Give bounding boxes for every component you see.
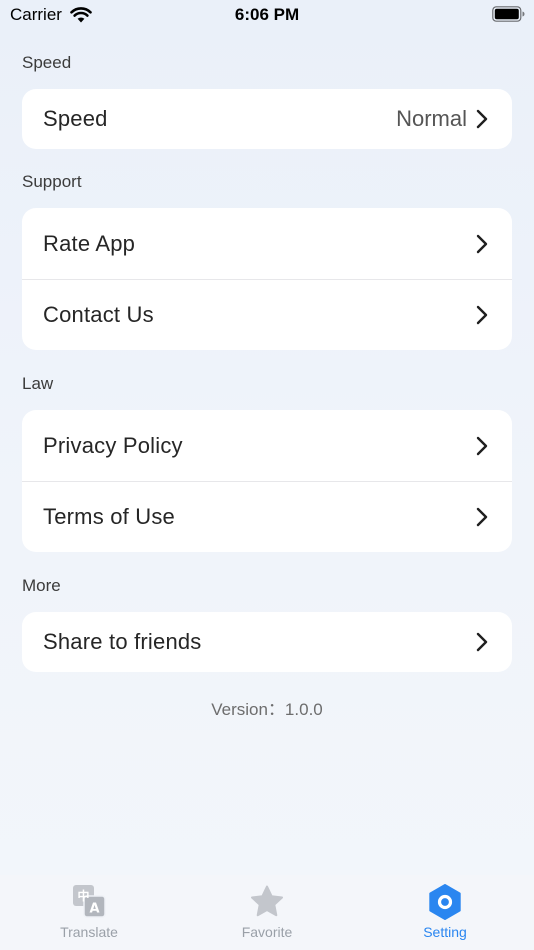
battery-icon xyxy=(492,6,525,22)
version-label: Version：1.0.0 xyxy=(211,700,323,719)
chevron-right-icon xyxy=(476,234,488,253)
chevron-right-icon xyxy=(476,436,488,455)
terms-of-use-label: Terms of Use xyxy=(43,504,175,529)
status-bar: Carrier 6:06 PM xyxy=(0,0,534,32)
tab-setting-label: Setting xyxy=(423,924,467,940)
tab-favorite[interactable]: Favorite xyxy=(178,875,356,950)
translate-icon: 中 A xyxy=(73,885,106,918)
share-to-friends-row[interactable]: Share to friends xyxy=(22,612,512,672)
privacy-policy-label: Privacy Policy xyxy=(43,432,183,458)
support-card: Rate App Contact Us xyxy=(22,208,512,350)
speed-card: Speed Normal xyxy=(22,89,512,149)
contact-us-row[interactable]: Contact Us xyxy=(22,279,512,350)
share-to-friends-label: Share to friends xyxy=(43,629,202,654)
tab-bar: 中 A Translate Favorite Setting xyxy=(0,875,534,950)
chevron-right-icon xyxy=(476,109,488,129)
settings-icon xyxy=(429,884,461,920)
privacy-policy-row[interactable]: Privacy Policy xyxy=(22,410,512,481)
speed-label: Speed xyxy=(43,106,108,131)
chevron-right-icon xyxy=(476,632,488,652)
chevron-right-icon xyxy=(476,305,488,325)
more-card: Share to friends xyxy=(22,612,512,672)
speed-row[interactable]: Speed Normal xyxy=(22,89,512,149)
section-header-law: Law xyxy=(22,374,54,393)
svg-text:中: 中 xyxy=(77,888,89,903)
law-card: Privacy Policy Terms of Use xyxy=(22,410,512,552)
terms-of-use-row[interactable]: Terms of Use xyxy=(22,481,512,552)
section-header-speed: Speed xyxy=(22,53,72,72)
contact-us-label: Contact Us xyxy=(43,302,154,327)
speed-value: Normal xyxy=(396,106,467,131)
star-icon xyxy=(251,885,283,917)
section-header-more: More xyxy=(22,576,61,595)
rate-app-row[interactable]: Rate App xyxy=(22,208,512,279)
svg-text:A: A xyxy=(89,902,99,917)
section-header-support: Support xyxy=(22,172,82,191)
tab-translate[interactable]: 中 A Translate xyxy=(0,875,178,950)
tab-favorite-label: Favorite xyxy=(241,924,293,940)
tab-setting[interactable]: Setting xyxy=(356,875,534,950)
tab-translate-label: Translate xyxy=(60,924,118,940)
status-time: 6:06 PM xyxy=(234,5,300,24)
chevron-right-icon xyxy=(476,507,488,527)
rate-app-label: Rate App xyxy=(43,230,136,256)
